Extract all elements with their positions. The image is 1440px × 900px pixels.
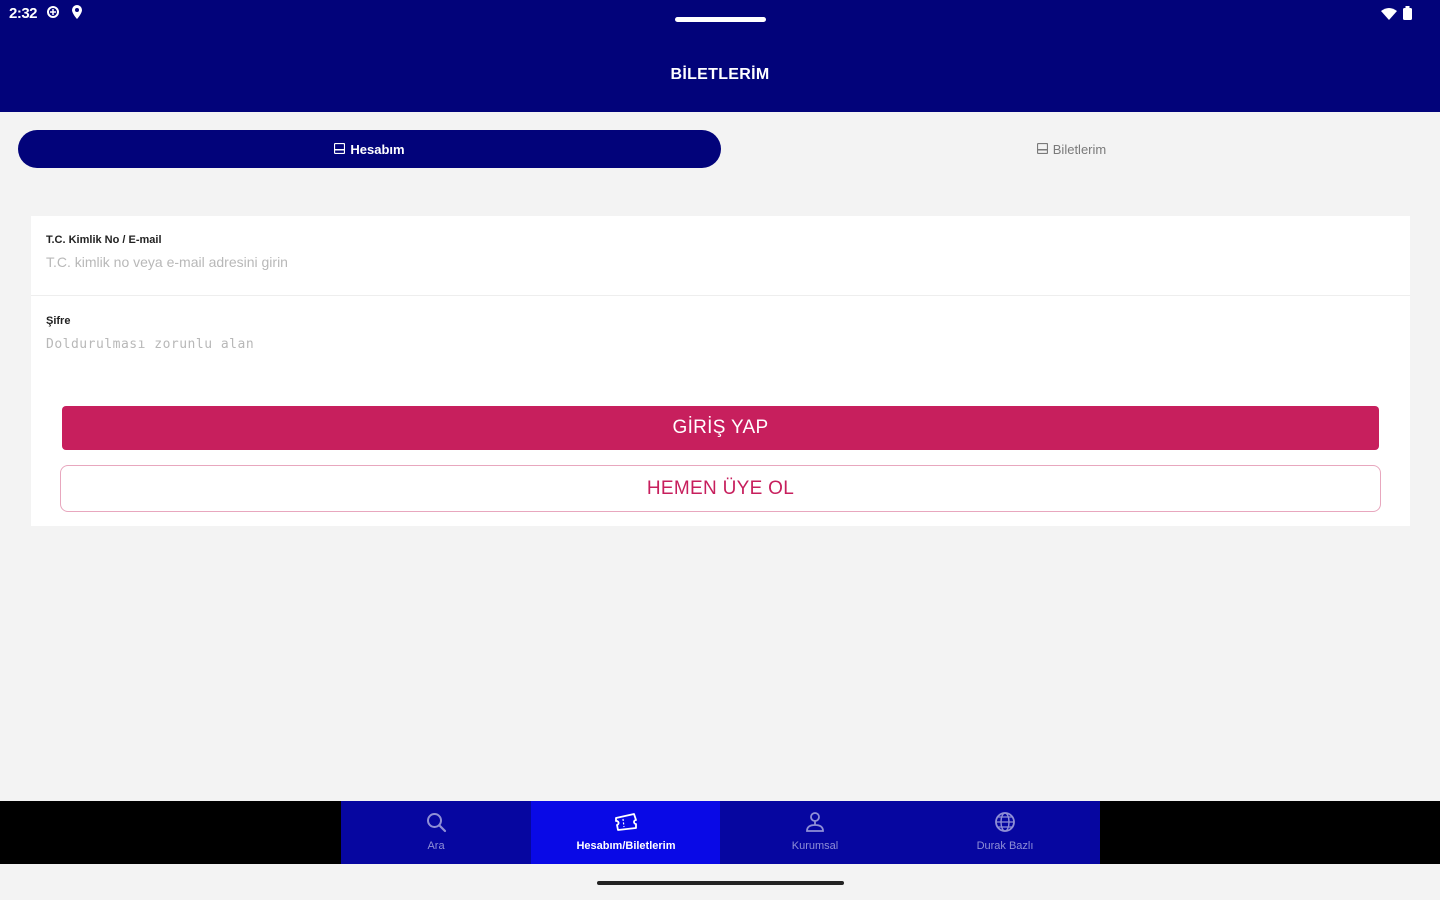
globe-icon xyxy=(994,809,1016,835)
app-header: 2:32 BİLETLERİM xyxy=(0,0,1440,112)
id-field-group: T.C. Kimlik No / E-mail xyxy=(31,216,1410,296)
register-button[interactable]: HEMEN ÜYE OL xyxy=(60,465,1381,512)
wifi-icon xyxy=(1381,7,1397,25)
password-field-label: Şifre xyxy=(46,315,71,327)
login-card: T.C. Kimlik No / E-mail Şifre GİRİŞ YAP … xyxy=(31,216,1410,526)
nav-label-account-tickets: Hesabım/Biletlerim xyxy=(576,840,676,852)
nav-label-search: Ara xyxy=(427,840,445,852)
id-email-input[interactable] xyxy=(46,254,1395,270)
page-title: BİLETLERİM xyxy=(670,66,770,83)
card-icon xyxy=(1036,142,1048,157)
nav-tab-stop-based[interactable]: Durak Bazlı xyxy=(910,801,1100,864)
location-icon xyxy=(70,4,84,25)
tab-account-label: Hesabım xyxy=(350,141,405,157)
id-field-label: T.C. Kimlik No / E-mail xyxy=(46,234,162,246)
login-button[interactable]: GİRİŞ YAP xyxy=(62,406,1379,450)
tab-account[interactable]: Hesabım xyxy=(18,130,721,168)
battery-icon xyxy=(1403,6,1412,25)
tab-tickets-label: Biletlerim xyxy=(1052,141,1107,157)
home-gesture-handle[interactable] xyxy=(597,881,844,885)
account-segmented-control: Hesabım Biletlerim xyxy=(18,130,1422,168)
nav-tab-search[interactable]: Ara xyxy=(341,801,531,864)
nav-label-stop-based: Durak Bazlı xyxy=(976,840,1034,852)
password-field-group: Şifre xyxy=(31,297,1410,377)
system-navigation-bar xyxy=(0,864,1440,900)
nav-label-corporate: Kurumsal xyxy=(791,840,839,852)
tab-tickets[interactable]: Biletlerim xyxy=(721,130,1422,168)
data-saver-icon xyxy=(46,5,60,24)
search-icon xyxy=(425,809,447,835)
ticket-icon xyxy=(614,809,638,835)
card-icon xyxy=(334,142,346,157)
bottom-navigation: Ara Hesabım/Biletlerim Kurumsal Durak Ba… xyxy=(0,801,1440,864)
nav-tab-corporate[interactable]: Kurumsal xyxy=(720,801,910,864)
top-handle xyxy=(675,17,766,22)
password-input[interactable] xyxy=(46,337,1395,352)
status-time: 2:32 xyxy=(9,5,38,22)
user-icon xyxy=(804,809,826,835)
nav-tab-account-tickets[interactable]: Hesabım/Biletlerim xyxy=(531,801,721,864)
